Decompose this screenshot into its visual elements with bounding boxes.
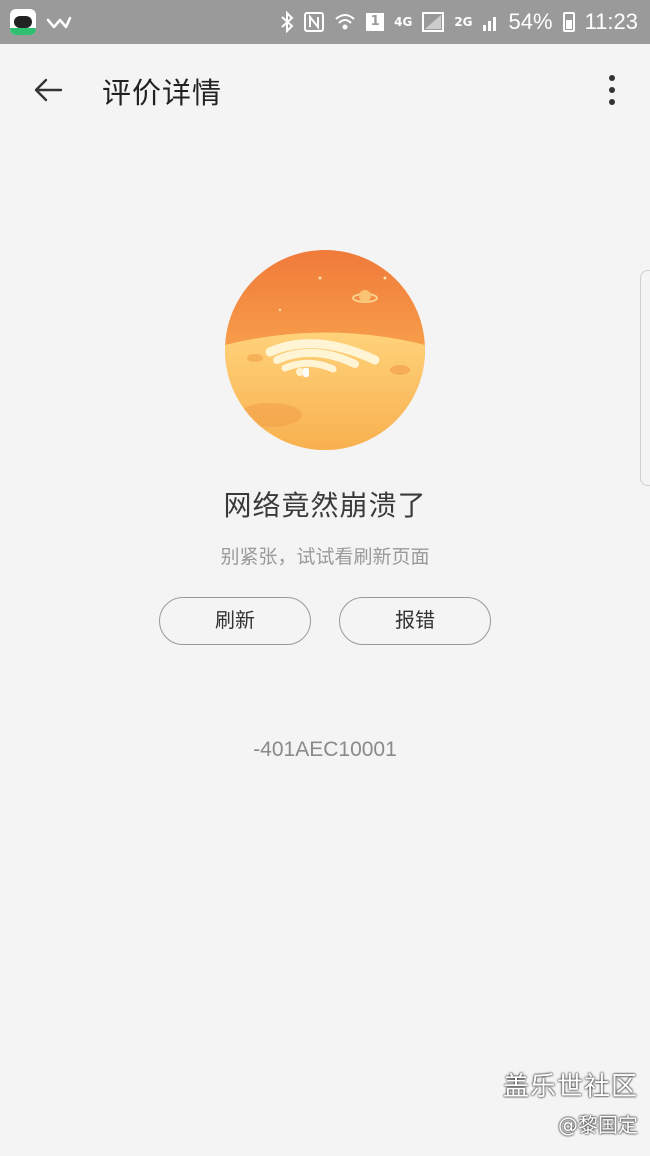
clock: 11:23 [584, 9, 638, 34]
watermark: 盖乐世社区 @黎国定 [503, 1066, 638, 1138]
edge-panel-handle[interactable] [640, 270, 650, 486]
nfc-icon [304, 12, 325, 32]
network-type-secondary: 2G [454, 15, 473, 29]
panda-app-icon [10, 9, 36, 35]
network-type: 4G [394, 15, 413, 29]
signal-icon [422, 12, 445, 32]
more-dot-icon [609, 87, 615, 93]
network-error-illustration [225, 250, 425, 450]
watermark-community: 盖乐世社区 [502, 1072, 638, 1102]
app-bar: 评价详情 [0, 44, 650, 134]
error-headline: 网络竟然崩溃了 [223, 489, 427, 522]
back-button[interactable] [28, 70, 68, 110]
back-arrow-icon [34, 78, 63, 102]
bluetooth-icon [281, 11, 294, 33]
status-bar-right: 1 4G 2G 54% 11:23 [280, 9, 638, 35]
sim-badge: 1 [366, 13, 385, 31]
more-dot-icon [609, 99, 615, 105]
watermark-author: @黎国定 [558, 1113, 638, 1137]
status-bar: 1 4G 2G 54% 11:23 [0, 0, 650, 44]
battery-percent: 54% [508, 9, 553, 34]
more-dot-icon [609, 75, 615, 81]
check-mark-icon [46, 16, 72, 29]
battery-icon [562, 12, 575, 32]
error-subline: 别紧张，试试看刷新页面 [220, 546, 430, 568]
report-error-button[interactable]: 报错 [339, 597, 491, 645]
signal-bars-icon [482, 17, 496, 31]
refresh-button[interactable]: 刷新 [159, 597, 311, 645]
page-title: 评价详情 [102, 76, 223, 110]
status-bar-left [10, 9, 72, 35]
error-code: -401AEC10001 [253, 738, 397, 761]
more-options-button[interactable] [600, 68, 624, 112]
wifi-icon [335, 14, 355, 30]
